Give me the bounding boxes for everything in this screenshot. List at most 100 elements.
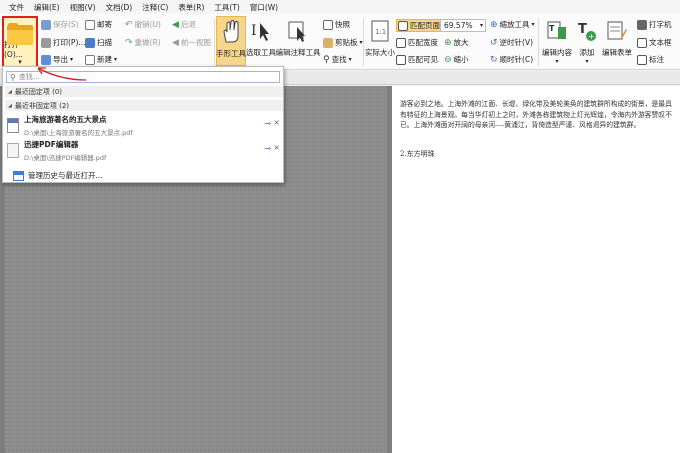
fit-visible-icon [396,54,406,65]
pin-icon[interactable]: ⊸ [264,144,271,153]
menu-view[interactable]: 视图(V) [67,2,103,13]
pin-icon[interactable]: ⊸ [264,119,271,128]
menu-comment[interactable]: 注释(C) [139,2,175,13]
hand-icon [220,19,242,44]
close-icon[interactable]: × [273,143,280,152]
add-button[interactable]: T + 添加 ▾ [575,16,599,66]
recent-file-item[interactable]: 迅捷PDF编辑器 D:\桌面\迅捷PDF编辑器.pdf ⊸ × [7,138,281,162]
zoom-out-icon: ⊖ [444,54,452,65]
menu-document[interactable]: 文档(D) [103,2,140,13]
textbox-button[interactable]: 文本框 [637,37,672,48]
menu-file[interactable]: 文件 [6,2,31,13]
edit-form-icon [606,19,628,43]
calendar-icon [13,170,24,181]
svg-text:1:1: 1:1 [375,28,386,36]
edit-form-button[interactable]: 编辑表单 [600,16,634,66]
pinned-group-header[interactable]: ◢ 最近固定项 (0) [5,86,283,97]
close-icon[interactable]: × [273,118,280,127]
print-button[interactable]: 打印(P)... [41,37,86,48]
svg-text:+: + [588,32,595,41]
open-button[interactable]: 打开(O)... ▾ [2,16,38,68]
callout-button[interactable]: 标注 [637,54,664,65]
edit-annotation-tool-button[interactable]: 编辑注释工具 [276,16,321,66]
clipboard-icon [323,37,333,48]
pdf-page[interactable]: 游客必到之地。上海外滩的江面、长堤、绿化带及美轮美奂的建筑群所构成的街景，是最具… [392,86,680,453]
rotate-ccw-icon: ↺ [490,37,498,48]
export-button[interactable]: 导出 ▾ [41,54,73,65]
undo-icon: ↶ [125,19,133,30]
recent-file-name: 上海旅游著名的五大景点 [24,114,107,124]
fit-width-icon [396,37,406,48]
fit-page-button[interactable]: 匹配页面 [396,19,442,32]
recent-file-path: D:\桌面\迅捷PDF编辑器.pdf [24,153,107,162]
search-icon: ⚲ [10,72,16,82]
zoom-out-button[interactable]: ⊖ 缩小 [444,54,469,65]
menu-edit[interactable]: 编辑(E) [31,2,67,13]
hand-tool-button[interactable]: 手形工具 [216,16,246,66]
recent-files-dropdown: ⚲ 查找... ◢ 最近固定项 (0) ◢ 最近非固定项 (2) 上海旅游著名的… [2,66,284,183]
scan-button[interactable]: 扫描 [85,37,112,48]
recent-search-input[interactable]: ⚲ 查找... [6,71,280,83]
actual-size-button[interactable]: 1:1 实际大小 [364,16,396,66]
select-tool-button[interactable]: I 选取工具 [246,16,276,66]
svg-text:I: I [251,23,257,39]
chevron-down-icon: ▾ [479,22,483,29]
snapshot-button[interactable]: 快照 [323,19,350,30]
typewriter-button[interactable]: 打字机 [637,19,672,30]
edit-content-icon: T [546,19,568,43]
menu-window[interactable]: 窗口(W) [247,2,285,13]
zoom-in-button[interactable]: ⊕ 放大 [444,37,469,48]
back-button[interactable]: ◀ 后退 [172,19,196,30]
envelope-icon [85,19,95,30]
manage-history-link[interactable]: 管理历史与最近打开... [13,170,103,181]
magnifier-icon: ⊕ [490,19,498,30]
rotate-cw-button[interactable]: ↻ 顺时针(C) [490,54,533,65]
collapse-triangle-icon: ◢ [8,88,12,95]
printer-icon [41,37,51,48]
fit-page-icon [398,20,408,31]
prev-view-button[interactable]: ◀ 前一视图 [172,37,211,48]
recent-file-path: D:\桌面\上海旅游著名的五大景点.pdf [24,128,133,137]
menu-bar: 文件 编辑(E) 视图(V) 文档(D) 注释(C) 表单(R) 工具(T) 窗… [0,0,680,14]
new-button[interactable]: 新建 ▾ [85,54,117,65]
annotation-cursor-icon [287,19,309,43]
page-heading: 2.东方明珠 [400,150,435,158]
zoom-tool-button[interactable]: ⊕ 缩放工具 ▾ [490,19,535,30]
rotate-cw-icon: ↻ [490,54,498,65]
zoom-in-icon: ⊕ [444,37,452,48]
clipboard-button[interactable]: 剪贴板 ▾ [323,37,363,48]
undo-button[interactable]: ↶ 撤销(U) [125,19,161,30]
back-arrow-icon: ◀ [172,19,179,30]
zoom-level-select[interactable]: 69.57% ▾ [440,19,486,32]
redo-icon: ↷ [125,37,133,48]
select-cursor-icon: I [250,19,272,43]
find-button[interactable]: ⚲ 查找 ▾ [323,54,352,65]
unpinned-group-header[interactable]: ◢ 最近非固定项 (2) [5,100,283,111]
page-paragraph: 游客必到之地。上海外滩的江面、长堤、绿化带及美轮美奂的建筑群所构成的街景，是最具… [400,100,672,129]
camera-icon [323,19,333,30]
typewriter-icon [637,19,647,30]
fit-visible-button[interactable]: 匹配可见 [396,54,438,65]
pdf-file-icon [7,117,19,133]
save-icon [41,19,51,30]
svg-text:T: T [549,24,555,33]
fit-width-button[interactable]: 匹配宽度 [396,37,438,48]
watermark-logo: Baid 经验 [530,404,634,428]
ribbon-toolbar: 打开(O)... ▾ 保存(S) 打印(P)... 导出▾ 邮寄 扫描 新建▾ … [0,14,680,70]
watermark: Baid 经验 jingyan.baidu.com [530,400,675,450]
menu-tools[interactable]: 工具(T) [211,2,246,13]
textbox-icon [637,37,647,48]
export-icon [41,54,51,65]
rotate-ccw-button[interactable]: ↺ 逆时针(V) [490,37,533,48]
callout-icon [637,54,647,65]
redo-button[interactable]: ↷ 重做(R) [125,37,161,48]
recent-file-item[interactable]: 上海旅游著名的五大景点 D:\桌面\上海旅游著名的五大景点.pdf ⊸ × [7,113,281,137]
chevron-down-icon: ▾ [18,58,22,66]
menu-form[interactable]: 表单(R) [175,2,211,13]
watermark-url: jingyan.baidu.com [558,430,632,439]
save-button[interactable]: 保存(S) [41,19,79,30]
mail-button[interactable]: 邮寄 [85,19,112,30]
folder-icon [7,23,33,45]
edit-content-button[interactable]: T 编辑内容 ▾ [540,16,574,66]
collapse-triangle-icon: ◢ [8,102,12,109]
